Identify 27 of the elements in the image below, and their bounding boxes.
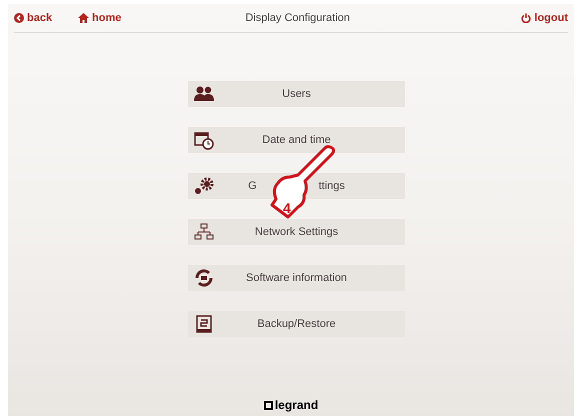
menu-button[interactable]: Network Settings — [188, 219, 405, 245]
menu-button[interactable]: Users — [188, 81, 405, 107]
home-link[interactable]: home — [78, 10, 122, 26]
refresh-icon — [194, 269, 214, 287]
logout-link[interactable]: logout — [521, 10, 568, 26]
logo-square-icon — [264, 400, 273, 410]
page-title: Display Configuration — [245, 10, 350, 26]
logo-text: legrand — [274, 397, 318, 414]
menu-label: G — [248, 178, 257, 194]
network-icon — [194, 223, 214, 241]
menu-label: Network Settings — [254, 224, 338, 240]
menu-label: Backup/Restore — [257, 316, 336, 332]
menu-button[interactable]: Date and time — [188, 127, 405, 153]
menu-label: Users — [282, 86, 311, 102]
calendar-clock-icon — [194, 130, 214, 150]
menu-label: ttings — [318, 178, 345, 194]
users-icon — [194, 86, 214, 102]
home-icon — [78, 13, 89, 23]
menu-label: Software information — [246, 270, 347, 286]
gears-icon — [193, 177, 215, 195]
menu-label: Date and time — [262, 132, 331, 148]
back-link[interactable]: back — [14, 10, 78, 26]
menu-button[interactable]: Software information — [188, 265, 405, 291]
back-icon — [14, 13, 24, 23]
step-number: 4 — [283, 201, 291, 215]
power-icon — [521, 13, 532, 23]
menu-button[interactable]: Backup/Restore — [188, 311, 405, 337]
